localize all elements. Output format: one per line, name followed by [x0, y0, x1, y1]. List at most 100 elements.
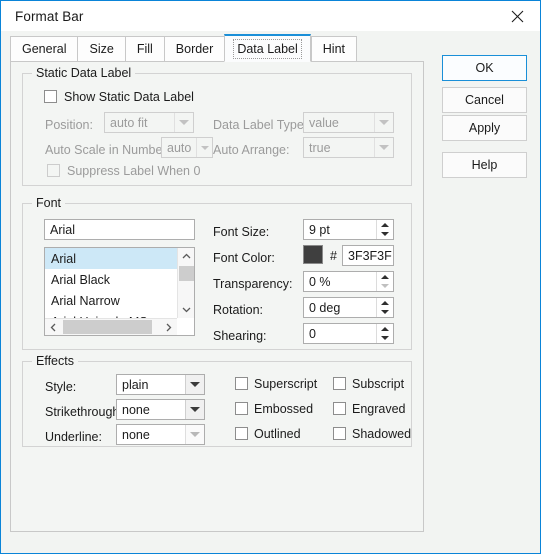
ok-button[interactable]: OK	[442, 55, 527, 81]
window-title: Format Bar	[15, 9, 84, 24]
dropdown-auto-scale-in-number[interactable]: auto	[161, 137, 213, 158]
group-title: Static Data Label	[32, 66, 136, 80]
shearing-value: 0	[309, 326, 316, 341]
checkbox-engraved[interactable]	[333, 402, 346, 415]
help-button[interactable]: Help	[442, 152, 527, 178]
tab-fill[interactable]: Fill	[124, 36, 164, 62]
checkbox-show-static-data-label[interactable]	[44, 90, 57, 103]
format-bar-dialog: Format Bar General Size Fill Border Data…	[0, 0, 541, 554]
stepper-down-icon[interactable]	[377, 230, 393, 240]
label-data-label-type: Data Label Type:	[213, 118, 308, 132]
font-name-input[interactable]: Arial	[44, 219, 195, 240]
list-item[interactable]: Arial Black	[45, 269, 177, 290]
chevron-down-icon	[185, 375, 204, 394]
list-item[interactable]: Arial Narrow	[45, 290, 177, 311]
font-list-box[interactable]: Arial Arial Black Arial Narrow Arial Uni…	[44, 247, 195, 336]
scroll-up-icon[interactable]	[178, 248, 194, 265]
label-outlined: Outlined	[254, 427, 301, 441]
group-title: Effects	[32, 354, 78, 368]
chevron-down-icon	[196, 138, 212, 157]
shearing-stepper[interactable]: 0	[303, 323, 394, 344]
group-font: Font Arial Arial Arial Black Arial Narro…	[22, 196, 412, 350]
dropdown-strikethrough[interactable]: none	[116, 399, 205, 420]
hash-symbol: #	[330, 249, 337, 263]
dropdown-value: true	[309, 140, 331, 155]
stepper-down-icon[interactable]	[377, 308, 393, 318]
label-transparency: Transparency:	[213, 277, 293, 291]
close-icon[interactable]	[494, 1, 540, 31]
tab-border[interactable]: Border	[163, 36, 225, 62]
font-color-hex-input[interactable]: 3F3F3F	[342, 245, 394, 266]
tab-label: Hint	[322, 42, 346, 56]
scrollbar-corner	[177, 318, 194, 335]
dropdown-value: auto	[167, 140, 192, 155]
checkbox-embossed[interactable]	[235, 402, 248, 415]
dropdown-auto-arrange[interactable]: true	[303, 137, 394, 158]
scrollbar-thumb-vertical[interactable]	[179, 266, 194, 281]
label-superscript: Superscript	[254, 377, 318, 391]
rotation-value: 0 deg	[309, 300, 341, 315]
label-shearing: Shearing:	[213, 329, 267, 343]
font-list-vertical-scrollbar[interactable]	[177, 248, 194, 318]
label-auto-arrange: Auto Arrange:	[213, 143, 290, 157]
label-rotation: Rotation:	[213, 303, 264, 317]
chevron-down-icon	[374, 113, 393, 132]
dropdown-value: none	[122, 402, 150, 417]
font-list-horizontal-scrollbar[interactable]	[45, 318, 177, 335]
tab-size[interactable]: Size	[77, 36, 125, 62]
checkbox-subscript[interactable]	[333, 377, 346, 390]
dropdown-underline[interactable]: none	[116, 424, 205, 445]
font-size-value: 9 pt	[309, 222, 330, 237]
label-shadowed: Shadowed	[352, 427, 412, 441]
label-underline: Underline:	[45, 430, 102, 444]
scrollbar-thumb-horizontal[interactable]	[63, 320, 152, 334]
stepper-up-icon[interactable]	[377, 220, 393, 230]
tab-data-label[interactable]: Data Label	[224, 34, 311, 62]
scroll-down-icon[interactable]	[178, 301, 194, 318]
tab-label: Fill	[136, 42, 153, 56]
dropdown-position[interactable]: auto fit	[104, 112, 194, 133]
stepper-down-icon[interactable]	[377, 334, 393, 344]
scroll-right-icon[interactable]	[160, 319, 177, 335]
chevron-down-icon	[185, 425, 204, 444]
stepper-up-icon[interactable]	[377, 298, 393, 308]
rotation-stepper[interactable]: 0 deg	[303, 297, 394, 318]
stepper-down-icon[interactable]	[377, 282, 393, 292]
label-style: Style:	[45, 380, 77, 394]
label-subscript: Subscript	[352, 377, 405, 391]
font-size-stepper[interactable]: 9 pt	[303, 219, 394, 240]
group-static-data-label: Static Data Label Show Static Data Label…	[22, 66, 412, 186]
tab-label: Size	[89, 42, 114, 56]
checkbox-superscript[interactable]	[235, 377, 248, 390]
checkbox-outlined[interactable]	[235, 427, 248, 440]
label-auto-scale-in-number: Auto Scale in Number:	[45, 143, 171, 157]
checkbox-shadowed[interactable]	[333, 427, 346, 440]
checkbox-suppress-label-when-zero[interactable]	[47, 164, 60, 177]
label-embossed: Embossed	[254, 402, 314, 416]
apply-button[interactable]: Apply	[442, 115, 527, 141]
transparency-value: 0 %	[309, 274, 331, 289]
chevron-down-icon	[185, 400, 204, 419]
dropdown-style[interactable]: plain	[116, 374, 205, 395]
stepper-buttons	[376, 220, 393, 239]
chevron-down-icon	[374, 138, 393, 157]
dropdown-data-label-type[interactable]: value	[303, 112, 394, 133]
tab-hint[interactable]: Hint	[310, 36, 358, 62]
dropdown-value: value	[309, 115, 339, 130]
dropdown-value: none	[122, 427, 150, 442]
stepper-buttons	[376, 324, 393, 343]
scroll-left-icon[interactable]	[45, 319, 62, 335]
tab-general[interactable]: General	[10, 36, 78, 62]
list-item[interactable]: Arial	[45, 248, 177, 269]
label-strikethrough: Strikethrough:	[45, 405, 123, 419]
stepper-up-icon[interactable]	[377, 324, 393, 334]
tab-panel-data-label: Static Data Label Show Static Data Label…	[10, 61, 424, 532]
transparency-stepper[interactable]: 0 %	[303, 271, 394, 292]
tab-label: Border	[175, 42, 214, 56]
group-title: Font	[32, 196, 66, 210]
stepper-up-icon[interactable]	[377, 272, 393, 282]
dropdown-value: auto fit	[110, 115, 148, 130]
cancel-button[interactable]: Cancel	[442, 87, 527, 113]
tab-label: Data Label	[233, 38, 302, 59]
font-color-swatch[interactable]	[303, 245, 323, 264]
